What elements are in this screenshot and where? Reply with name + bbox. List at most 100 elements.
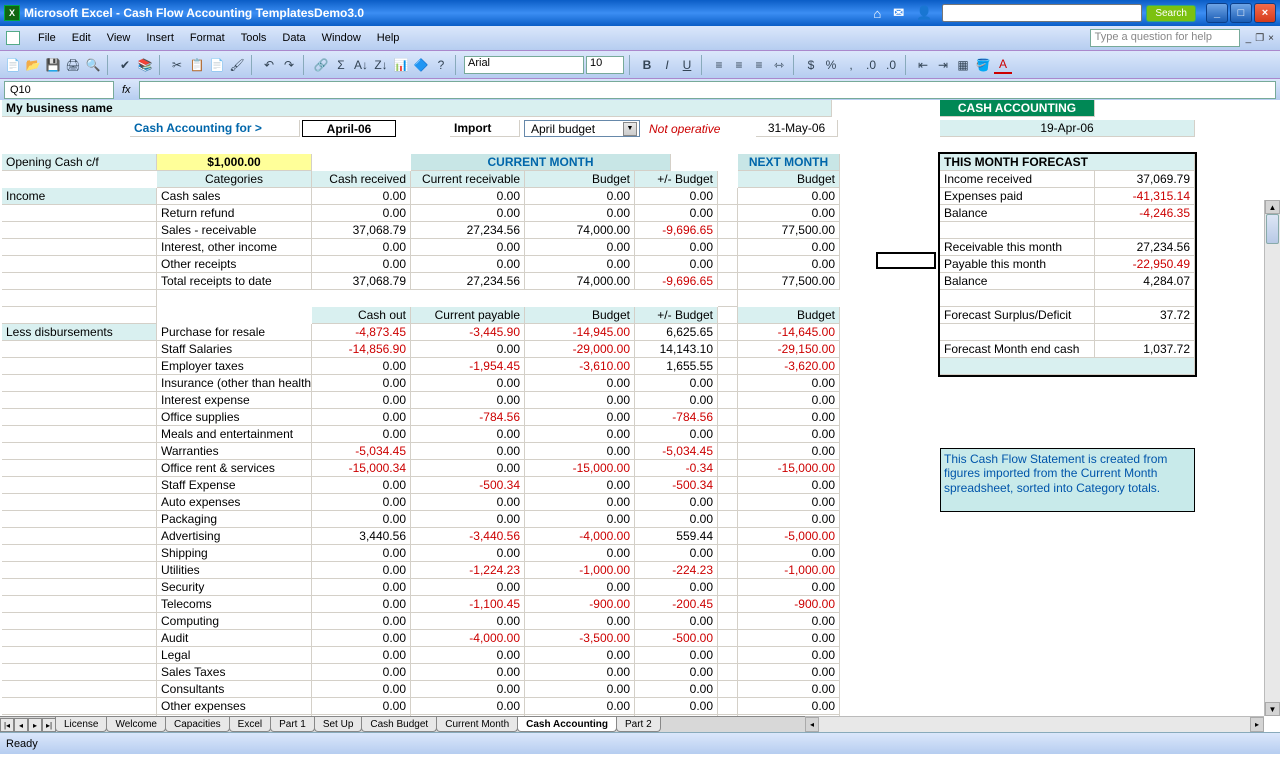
grid-cell[interactable] bbox=[2, 511, 157, 528]
borders-icon[interactable]: ▦ bbox=[954, 56, 972, 74]
underline-icon[interactable]: U bbox=[678, 56, 696, 74]
research-icon[interactable]: 📚 bbox=[136, 56, 154, 74]
grid-gap[interactable] bbox=[718, 545, 738, 562]
doc-restore-button[interactable]: ❐ bbox=[1255, 33, 1264, 44]
doc-minimize-button[interactable]: _ bbox=[1246, 33, 1252, 44]
currency-icon[interactable]: $ bbox=[802, 56, 820, 74]
menu-view[interactable]: View bbox=[99, 29, 139, 47]
help-icon[interactable]: ? bbox=[432, 56, 450, 74]
font-selector[interactable]: Arial bbox=[464, 56, 584, 74]
grid-gap[interactable] bbox=[718, 443, 738, 460]
cut-icon[interactable]: ✂ bbox=[168, 56, 186, 74]
spell-icon[interactable]: ✔ bbox=[116, 56, 134, 74]
grid-gap[interactable] bbox=[718, 341, 738, 358]
increase-indent-icon[interactable]: ⇥ bbox=[934, 56, 952, 74]
grid-cell[interactable] bbox=[2, 273, 157, 290]
grid-gap[interactable] bbox=[718, 528, 738, 545]
grid-cell[interactable] bbox=[2, 341, 157, 358]
minimize-button[interactable]: _ bbox=[1206, 3, 1228, 23]
document-icon[interactable] bbox=[6, 31, 20, 45]
grid-gap[interactable] bbox=[718, 239, 738, 256]
grid-cell[interactable] bbox=[2, 613, 157, 630]
active-cell[interactable] bbox=[876, 252, 936, 269]
comma-icon[interactable]: , bbox=[842, 56, 860, 74]
font-color-icon[interactable]: A bbox=[994, 56, 1012, 74]
scroll-right-icon[interactable]: ▸ bbox=[1250, 717, 1264, 732]
grid-cell[interactable] bbox=[2, 256, 157, 273]
grid-cell[interactable] bbox=[2, 375, 157, 392]
grid-cell[interactable] bbox=[2, 596, 157, 613]
align-right-icon[interactable]: ≡ bbox=[750, 56, 768, 74]
preview-icon[interactable]: 🔍 bbox=[84, 56, 102, 74]
increase-decimal-icon[interactable]: .0 bbox=[862, 56, 880, 74]
bold-icon[interactable]: B bbox=[638, 56, 656, 74]
grid-gap[interactable] bbox=[718, 579, 738, 596]
sort-asc-icon[interactable]: A↓ bbox=[352, 56, 370, 74]
menu-file[interactable]: File bbox=[30, 29, 64, 47]
fill-color-icon[interactable]: 🪣 bbox=[974, 56, 992, 74]
sheet-tab-cash-budget[interactable]: Cash Budget bbox=[361, 717, 437, 732]
grid-gap[interactable] bbox=[718, 273, 738, 290]
grid-cell[interactable] bbox=[2, 443, 157, 460]
grid-gap[interactable] bbox=[718, 205, 738, 222]
grid-cell[interactable] bbox=[2, 392, 157, 409]
grid-gap[interactable] bbox=[718, 511, 738, 528]
scroll-down-icon[interactable]: ▼ bbox=[1265, 702, 1280, 716]
sheet-tab-part-2[interactable]: Part 2 bbox=[616, 717, 661, 732]
grid-cell[interactable] bbox=[2, 681, 157, 698]
chart-icon[interactable]: 📊 bbox=[392, 56, 410, 74]
tab-next-icon[interactable]: ▸ bbox=[28, 718, 42, 732]
grid-cell[interactable] bbox=[2, 222, 157, 239]
sort-desc-icon[interactable]: Z↓ bbox=[372, 56, 390, 74]
print-icon[interactable]: 🖨 bbox=[64, 56, 82, 74]
grid-cell[interactable] bbox=[2, 545, 157, 562]
home-icon[interactable]: ⌂ bbox=[873, 6, 881, 21]
period-box[interactable]: April-06 bbox=[302, 120, 396, 137]
grid-cell[interactable] bbox=[2, 460, 157, 477]
percent-icon[interactable]: % bbox=[822, 56, 840, 74]
grid-gap[interactable] bbox=[718, 613, 738, 630]
grid-gap[interactable] bbox=[718, 477, 738, 494]
grid-cell[interactable] bbox=[2, 477, 157, 494]
menu-insert[interactable]: Insert bbox=[138, 29, 182, 47]
import-dropdown[interactable]: April budget▼ bbox=[524, 120, 640, 137]
menu-format[interactable]: Format bbox=[182, 29, 233, 47]
worksheet-area[interactable]: My business nameCash Accounting for >Apr… bbox=[0, 100, 1280, 754]
grid-gap[interactable] bbox=[718, 460, 738, 477]
grid-cell[interactable] bbox=[2, 426, 157, 443]
grid-gap[interactable] bbox=[718, 664, 738, 681]
grid-cell[interactable] bbox=[2, 647, 157, 664]
sheet-tab-set-up[interactable]: Set Up bbox=[314, 717, 363, 732]
grid-cell[interactable] bbox=[2, 307, 157, 324]
horizontal-scrollbar[interactable]: ◂ ▸ bbox=[805, 716, 1264, 732]
sheet-tab-license[interactable]: License bbox=[55, 717, 107, 732]
grid-gap[interactable] bbox=[718, 681, 738, 698]
scroll-up-icon[interactable]: ▲ bbox=[1265, 200, 1280, 214]
vertical-scrollbar[interactable]: ▲ ▼ bbox=[1264, 200, 1280, 716]
menu-tools[interactable]: Tools bbox=[233, 29, 275, 47]
grid-gap[interactable] bbox=[718, 630, 738, 647]
paste-icon[interactable]: 📄 bbox=[208, 56, 226, 74]
decrease-indent-icon[interactable]: ⇤ bbox=[914, 56, 932, 74]
grid-gap[interactable] bbox=[718, 256, 738, 273]
grid-gap[interactable] bbox=[718, 324, 738, 341]
copy-icon[interactable]: 📋 bbox=[188, 56, 206, 74]
grid-gap[interactable] bbox=[718, 596, 738, 613]
sheet-tab-welcome[interactable]: Welcome bbox=[106, 717, 166, 732]
grid-gap[interactable] bbox=[718, 188, 738, 205]
drawing-icon[interactable]: 🔷 bbox=[412, 56, 430, 74]
format-painter-icon[interactable]: 🖌 bbox=[228, 56, 246, 74]
sheet-tab-cash-accounting[interactable]: Cash Accounting bbox=[517, 717, 617, 732]
grid-cell[interactable] bbox=[2, 324, 157, 341]
grid-cell[interactable] bbox=[2, 664, 157, 681]
grid-gap[interactable] bbox=[718, 698, 738, 715]
grid-gap[interactable] bbox=[718, 307, 738, 324]
vscroll-thumb[interactable] bbox=[1266, 214, 1279, 244]
user-icon[interactable]: 👤 bbox=[916, 5, 932, 21]
grid-cell[interactable] bbox=[2, 579, 157, 596]
align-center-icon[interactable]: ≡ bbox=[730, 56, 748, 74]
grid-cell[interactable] bbox=[2, 188, 157, 205]
sheet-tab-current-month[interactable]: Current Month bbox=[436, 717, 518, 732]
sheet-tab-excel[interactable]: Excel bbox=[229, 717, 271, 732]
tab-first-icon[interactable]: |◂ bbox=[0, 718, 14, 732]
